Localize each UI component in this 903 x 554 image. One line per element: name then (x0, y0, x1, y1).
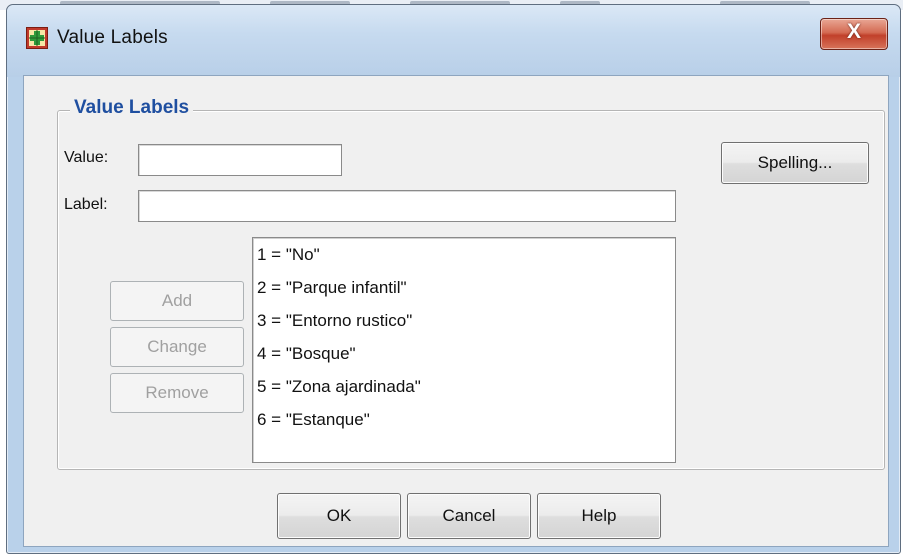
list-item[interactable]: 6 = "Estanque" (257, 410, 370, 430)
value-labels-dialog: Value Labels X Value Labels Value: Label… (6, 4, 901, 554)
dialog-client-area: Value Labels Value: Label: Spelling... A… (23, 75, 889, 547)
list-item[interactable]: 4 = "Bosque" (257, 344, 356, 364)
help-button[interactable]: Help (537, 493, 661, 539)
spelling-button[interactable]: Spelling... (721, 142, 869, 184)
value-labels-list[interactable]: 1 = "No" 2 = "Parque infantil" 3 = "Ento… (252, 237, 676, 463)
spss-variable-grid-icon (26, 27, 48, 49)
add-button[interactable]: Add (110, 281, 244, 321)
value-input[interactable] (138, 144, 342, 176)
list-item[interactable]: 5 = "Zona ajardinada" (257, 377, 421, 397)
label-field-label: Label: (64, 196, 108, 213)
cancel-button[interactable]: Cancel (407, 493, 531, 539)
window-title: Value Labels (57, 27, 168, 48)
group-title: Value Labels (70, 97, 194, 119)
value-field-label: Value: (64, 149, 109, 166)
label-input[interactable] (138, 190, 676, 222)
list-item[interactable]: 3 = "Entorno rustico" (257, 311, 412, 331)
change-button[interactable]: Change (110, 327, 244, 367)
close-icon: X (846, 20, 861, 43)
list-item[interactable]: 2 = "Parque infantil" (257, 278, 407, 298)
title-bar: Value Labels X (7, 5, 900, 77)
remove-button[interactable]: Remove (110, 373, 244, 413)
close-button[interactable]: X (820, 18, 888, 50)
ok-button[interactable]: OK (277, 493, 401, 539)
list-item[interactable]: 1 = "No" (257, 245, 320, 265)
